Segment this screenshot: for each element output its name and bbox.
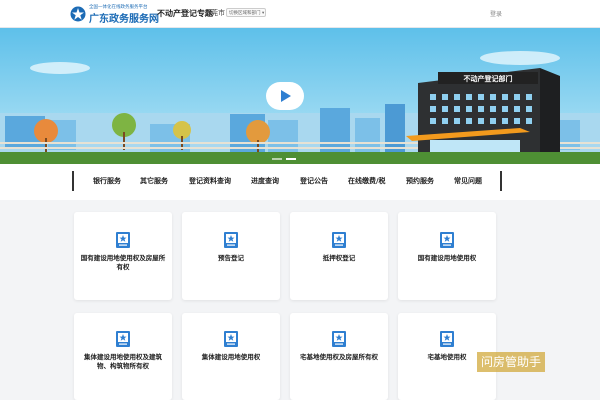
nav-item-appointment[interactable]: 预约服务	[406, 176, 434, 186]
card-label: 国有建设用地使用权及房屋所有权	[80, 254, 166, 271]
nav-item-other[interactable]: 其它服务	[140, 176, 168, 186]
document-star-icon	[332, 232, 346, 248]
nav-item-record-query[interactable]: 登记资料查询	[189, 176, 231, 186]
service-card[interactable]: 宅基地使用权及房屋所有权	[290, 313, 388, 400]
card-label: 宅基地使用权及房屋所有权	[300, 353, 378, 361]
document-star-icon	[332, 331, 346, 347]
service-card[interactable]: 国有建设用地使用权及房屋所有权	[74, 212, 172, 300]
document-star-icon	[116, 331, 130, 347]
service-card[interactable]: 预告登记	[182, 212, 280, 300]
current-city: 东莞市	[204, 9, 225, 17]
nav-item-payment[interactable]: 在线缴费/税	[348, 176, 386, 186]
play-video-button[interactable]	[266, 82, 304, 110]
service-nav: 银行服务 其它服务 登记资料查询 进度查询 登记公告 在线缴费/税 预约服务 常…	[0, 164, 600, 200]
watermark: 问房管助手	[477, 352, 546, 372]
chevron-down-icon: ▾	[261, 11, 265, 16]
service-card[interactable]: 抵押权登记	[290, 212, 388, 300]
hero-banner: 不动产登记部门	[0, 28, 600, 164]
card-label: 集体建设用地使用权及建筑物、构筑物所有权	[84, 353, 162, 370]
card-label: 国有建设用地使用权	[417, 254, 477, 262]
card-label: 抵押权登记	[322, 254, 356, 262]
nav-item-announcement[interactable]: 登记公告	[300, 176, 328, 186]
nav-item-bank[interactable]: 银行服务	[93, 176, 121, 186]
site-header: 全国一体化在线政务服务平台 广东政务服务网 不动产登记专题 东莞市 切换区域和部…	[0, 0, 600, 28]
document-star-icon	[440, 232, 454, 248]
login-link[interactable]: 登录	[490, 9, 502, 18]
region-select[interactable]: 切换区域和部门 ▾	[226, 8, 266, 17]
service-card[interactable]: 集体建设用地使用权及建筑物、构筑物所有权	[74, 313, 172, 400]
building-sign: 不动产登记部门	[464, 74, 513, 83]
document-star-icon	[440, 331, 454, 347]
region-select-label: 切换区域和部门	[229, 11, 261, 16]
site-name[interactable]: 广东政务服务网	[89, 10, 159, 25]
document-star-icon	[224, 331, 238, 347]
card-label: 预告登记	[218, 254, 244, 262]
nav-item-faq[interactable]: 常见问题	[454, 176, 482, 186]
document-star-icon	[224, 232, 238, 248]
nav-frame	[72, 171, 502, 191]
logo-icon[interactable]	[70, 6, 86, 22]
service-card[interactable]: 国有建设用地使用权	[398, 212, 496, 300]
document-star-icon	[116, 232, 130, 248]
nav-item-progress[interactable]: 进度查询	[251, 176, 279, 186]
card-label: 集体建设用地使用权	[201, 353, 261, 361]
service-card[interactable]: 集体建设用地使用权	[182, 313, 280, 400]
